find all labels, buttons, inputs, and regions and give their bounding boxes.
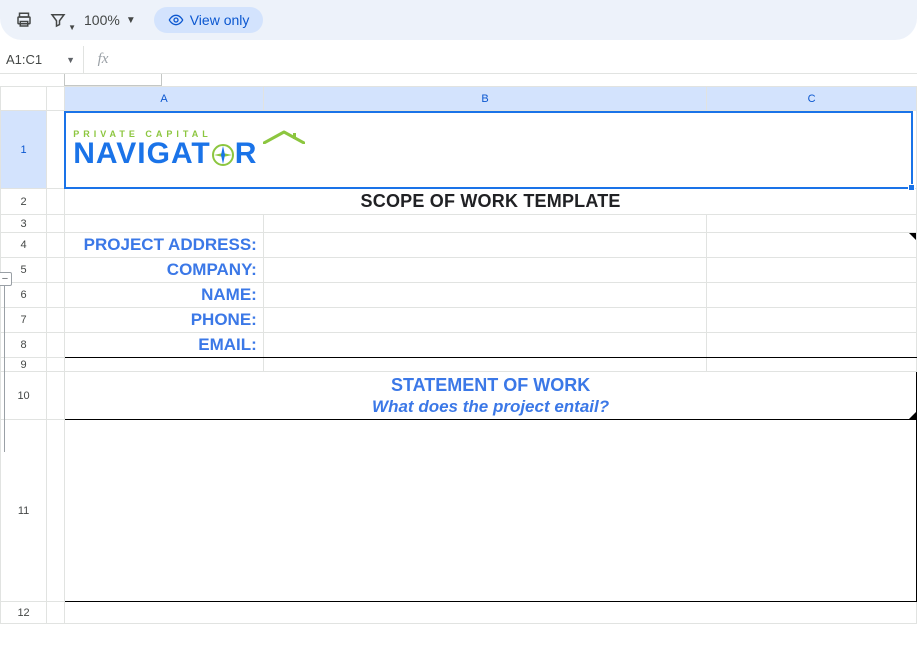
col-header-C[interactable]: C xyxy=(707,87,917,111)
gutter-cell xyxy=(47,215,65,233)
print-button[interactable] xyxy=(10,6,38,34)
row-header-6[interactable]: 6 xyxy=(1,283,47,308)
zoom-value: 100% xyxy=(84,12,120,28)
template-title: SCOPE OF WORK TEMPLATE xyxy=(65,189,916,214)
row-header-10[interactable]: 10 xyxy=(1,372,47,420)
gutter-cell xyxy=(47,233,65,258)
cell-C7[interactable] xyxy=(707,308,917,333)
row-header-2[interactable]: 2 xyxy=(1,189,47,215)
label-email: EMAIL: xyxy=(65,333,263,357)
sow-subheading: What does the project entail? xyxy=(65,396,916,417)
cell-A3[interactable] xyxy=(65,215,264,233)
col-header-B[interactable]: B xyxy=(263,87,706,111)
row-header-7[interactable]: 7 xyxy=(1,308,47,333)
formula-bar: A1:C1 ▼ fx xyxy=(0,46,917,74)
eye-icon xyxy=(168,12,184,28)
row-group-line xyxy=(4,286,5,452)
cell-A6[interactable]: NAME: xyxy=(65,283,264,308)
cell-A7[interactable]: PHONE: xyxy=(65,308,264,333)
cell-B3[interactable] xyxy=(263,215,706,233)
gutter-cell xyxy=(47,333,65,358)
name-box[interactable]: A1:C1 ▼ xyxy=(0,46,84,73)
cell-A12[interactable] xyxy=(65,602,917,624)
cell-A10[interactable]: STATEMENT OF WORK What does the project … xyxy=(65,372,917,420)
column-header-row: A B C xyxy=(1,87,917,111)
row-header-3[interactable]: 3 xyxy=(1,215,47,233)
chevron-down-icon: ▼ xyxy=(126,15,136,26)
gutter-cell xyxy=(47,358,65,372)
row-header-4[interactable]: 4 xyxy=(1,233,47,258)
cell-A9[interactable] xyxy=(65,358,264,372)
row-header-11[interactable]: 11 xyxy=(1,420,47,602)
row-header-9[interactable]: 9 xyxy=(1,358,47,372)
row-header-8[interactable]: 8 xyxy=(1,333,47,358)
label-phone: PHONE: xyxy=(65,308,263,332)
sow-heading: STATEMENT OF WORK xyxy=(65,374,916,397)
gutter-cell xyxy=(47,283,65,308)
cell-A8[interactable]: EMAIL: xyxy=(65,333,264,358)
name-box-value: A1:C1 xyxy=(6,52,42,67)
cell-B5[interactable] xyxy=(263,258,706,283)
logo: PRIVATE CAPITAL NAVIGAT R xyxy=(65,124,916,175)
gutter-cell xyxy=(47,602,65,624)
col-header-A[interactable]: A xyxy=(65,87,264,111)
cell-C3[interactable] xyxy=(707,215,917,233)
select-all-corner[interactable] xyxy=(1,87,47,111)
cell-A1[interactable]: PRIVATE CAPITAL NAVIGAT R xyxy=(65,111,917,189)
spreadsheet-grid[interactable]: − A B C 1 xyxy=(0,74,917,624)
logo-brand: NAVIGAT R xyxy=(73,139,257,169)
cell-C6[interactable] xyxy=(707,283,917,308)
gutter-cell xyxy=(47,308,65,333)
gutter-cell xyxy=(47,189,65,215)
chevron-down-icon: ▼ xyxy=(68,23,76,32)
gutter-cell xyxy=(47,111,65,189)
cell-C9[interactable] xyxy=(707,358,917,372)
gutter-col xyxy=(47,87,65,111)
cell-C8[interactable] xyxy=(707,333,917,358)
cell-B6[interactable] xyxy=(263,283,706,308)
row-group-toggle[interactable]: − xyxy=(0,272,12,286)
cell-A11[interactable] xyxy=(65,420,917,602)
gutter-cell xyxy=(47,372,65,420)
cell-C5[interactable] xyxy=(707,258,917,283)
chevron-down-icon: ▼ xyxy=(66,55,75,65)
formula-input[interactable] xyxy=(122,46,917,73)
cell-B8[interactable] xyxy=(263,333,706,358)
label-name: NAME: xyxy=(65,283,263,307)
sow-heading-block: STATEMENT OF WORK What does the project … xyxy=(65,374,916,418)
label-company: COMPANY: xyxy=(65,258,263,282)
gutter-cell xyxy=(47,258,65,283)
cell-B9[interactable] xyxy=(263,358,706,372)
zoom-dropdown[interactable]: 100% ▼ xyxy=(78,12,142,28)
compass-icon xyxy=(211,143,235,167)
toolbar: ▼ 100% ▼ View only xyxy=(0,0,917,40)
label-project-address: PROJECT ADDRESS: xyxy=(65,233,263,257)
filter-button[interactable]: ▼ xyxy=(44,6,72,34)
row-header-1[interactable]: 1 xyxy=(1,111,47,189)
view-only-label: View only xyxy=(190,12,250,28)
note-indicator-icon xyxy=(909,412,916,419)
fx-icon: fx xyxy=(84,51,122,68)
gutter-cell xyxy=(47,420,65,602)
row-header-12[interactable]: 12 xyxy=(1,602,47,624)
cell-A2[interactable]: SCOPE OF WORK TEMPLATE xyxy=(65,189,917,215)
note-indicator-icon xyxy=(909,233,916,240)
cell-A5[interactable]: COMPANY: xyxy=(65,258,264,283)
roof-icon xyxy=(263,130,305,144)
cell-A4[interactable]: PROJECT ADDRESS: xyxy=(65,233,264,258)
view-only-badge[interactable]: View only xyxy=(154,7,264,33)
cell-B7[interactable] xyxy=(263,308,706,333)
cell-B4[interactable] xyxy=(263,233,706,258)
sheet-tab-stub xyxy=(64,74,162,86)
cell-C4[interactable] xyxy=(707,233,917,258)
